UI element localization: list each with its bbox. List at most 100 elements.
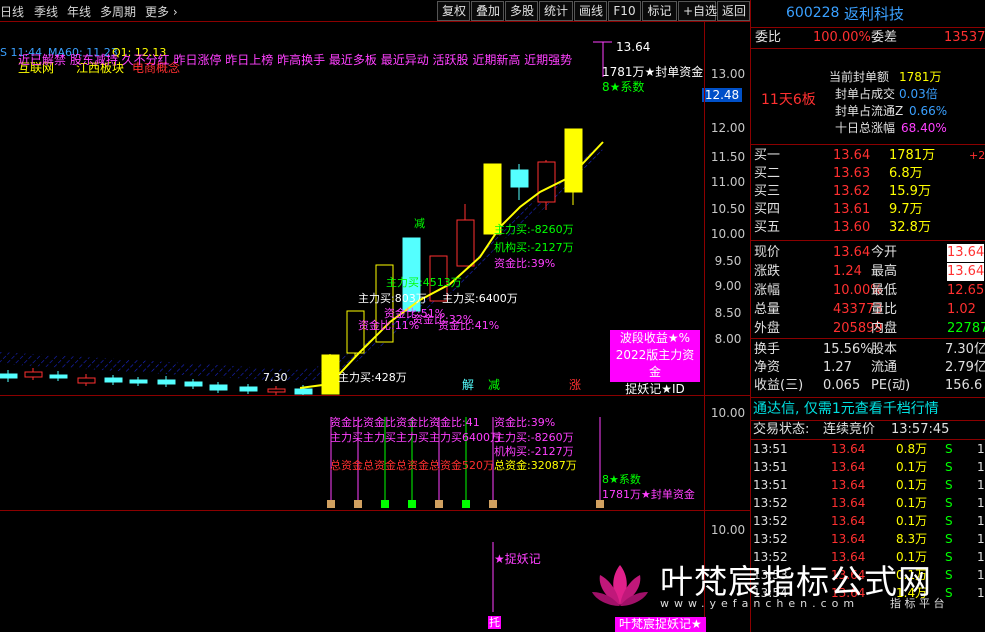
period-year-tab[interactable]: 年线 <box>67 3 91 20</box>
stat2-row: 净资 1.27 流通 2.79亿 <box>751 359 985 377</box>
pane-divider[interactable] <box>0 395 750 396</box>
period-day-tab[interactable]: 日线 <box>0 3 24 20</box>
seal-float-value: 0.66% <box>909 104 948 118</box>
overlay-button[interactable]: 叠加 <box>471 1 504 21</box>
tick-count: 1 <box>977 514 985 528</box>
tick-volume: 0.1万 <box>896 514 928 528</box>
main-buy-label-2: 主力买:803万 <box>358 292 427 305</box>
tick-row[interactable]: 13:52 13.64 0.1万 S 1 <box>751 512 985 530</box>
watermark: 叶梵宸指标公式网 www.yefanchen.com 指 标 平 台 叶梵宸捉妖… <box>585 555 985 632</box>
stat2-label: 净资 <box>754 360 781 375</box>
stat-label: 最低 <box>871 283 898 298</box>
promo-text[interactable]: 通达信, 仅需1元查看千档行情 <box>753 400 939 418</box>
tick-row[interactable]: 13:51 13.64 0.1万 S 1 <box>751 458 985 476</box>
tick-row[interactable]: 13:52 13.64 0.1万 S 1 <box>751 494 985 512</box>
small-candle <box>49 374 68 379</box>
tick-row[interactable]: 13:51 13.64 0.1万 S 1 <box>751 476 985 494</box>
fund-ratio-label-8: 资金比:32% <box>412 313 474 326</box>
stat2-label: 流通 <box>871 360 898 375</box>
restore-rights-button[interactable]: 复权 <box>437 1 470 21</box>
wave-box-line-2: 2022版主力资金 <box>615 348 695 379</box>
vol-axis-label: 10.00 <box>710 406 746 420</box>
back-button[interactable]: 返回 <box>717 1 750 21</box>
mid-overlap-3: 总资金总资金总资金总资金520万 <box>330 459 494 472</box>
watermark-title: 叶梵宸指标公式网 <box>660 562 932 601</box>
period-season-tab[interactable]: 季线 <box>34 3 58 20</box>
multi-period-tab[interactable]: 多周期 <box>100 3 136 20</box>
tick-side: S <box>945 478 953 492</box>
bid-price: 13.62 <box>833 184 871 199</box>
tick-side: S <box>945 460 953 474</box>
chart-toolbar: 日线 季线 年线 多周期 更多 › 复权 叠加 多股 统计 画线 F10 标记 … <box>0 0 750 22</box>
tick-row[interactable]: 13:52 13.64 8.3万 S 1 <box>751 530 985 548</box>
stat2-label: 换手 <box>754 342 781 357</box>
tick-row[interactable]: 13:51 13.64 0.8万 S 1 <box>751 440 985 458</box>
bid-row[interactable]: 买四 13.61 9.7万 <box>751 201 985 219</box>
tick-price: 13.64 <box>831 442 866 456</box>
price-axis-label: 8.00 <box>714 332 742 346</box>
stats-button[interactable]: 统计 <box>539 1 573 21</box>
seal-turn-value: 0.03倍 <box>899 87 938 101</box>
wave-box-line-1: 波段收益★% <box>619 331 691 345</box>
tick-count: 1 <box>977 478 985 492</box>
multi-stock-button[interactable]: 多股 <box>505 1 538 21</box>
signal-marker <box>381 500 389 508</box>
pane-divider[interactable] <box>0 510 750 511</box>
trade-state-value: 连续竞价 <box>823 422 876 437</box>
tick-side: S <box>945 442 953 456</box>
tick-price: 13.64 <box>831 532 866 546</box>
ratio-label: 委比 <box>755 30 782 45</box>
add-watchlist-button[interactable]: +自选 <box>678 1 717 21</box>
tick-volume: 0.8万 <box>896 442 928 456</box>
stat-row: 涨幅 10.00% 最低 12.65 <box>751 282 985 300</box>
mid-overlap-1: 资金比资金比资金比资金比:41 <box>330 416 480 429</box>
stat2-label: 股本 <box>871 342 898 357</box>
bid-row[interactable]: 买一 13.64 1781万 +2 <box>751 147 985 165</box>
more-menu[interactable]: 更多 › <box>145 3 178 20</box>
small-candle <box>24 371 43 378</box>
seal-amount-value: 1781万 <box>899 70 942 84</box>
ratio-value: 100.00% <box>813 30 871 45</box>
price-axis-label: 13.00 <box>710 67 746 81</box>
stat-value: 13.64 <box>833 245 871 260</box>
ratio-row: 委比 100.00% 委差 13537 <box>751 29 985 47</box>
mid-fund-ratio: 资金比:39% <box>494 416 556 429</box>
bid-volume: 9.7万 <box>889 202 923 217</box>
low-price-label: 7.30 <box>263 371 288 384</box>
stat-label: 量比 <box>871 302 898 317</box>
draw-line-button[interactable]: 画线 <box>574 1 607 21</box>
f10-button[interactable]: F10 <box>608 1 641 21</box>
mid-seal: 1781万★封单资金 <box>602 488 695 501</box>
stat-label: 内盘 <box>871 321 898 336</box>
stat-label: 外盘 <box>754 321 781 336</box>
trade-state-row: 交易状态: 连续竞价 13:57:45 <box>751 421 985 439</box>
coef-label: 8★系数 <box>602 80 645 94</box>
stat-label: 今开 <box>871 245 898 260</box>
tick-count: 1 <box>977 532 985 546</box>
bid-row[interactable]: 买三 13.62 15.9万 <box>751 183 985 201</box>
stat-value: 1.24 <box>833 264 862 279</box>
stat-label: 总量 <box>754 302 781 317</box>
stat-value: 13.64 <box>947 244 985 262</box>
seal-funds-label: 1781万★封单资金 <box>602 65 704 79</box>
stat-label: 涨跌 <box>754 264 781 279</box>
bid-row[interactable]: 买五 13.60 32.8万 <box>751 219 985 237</box>
mark-button[interactable]: 标记 <box>642 1 677 21</box>
small-candle <box>0 373 18 379</box>
tick-time: 13:52 <box>753 496 788 510</box>
candle <box>346 310 365 354</box>
kline-chart[interactable]: S 11:44 MA60: 11.23 Q1: 12.13 互联网 江西板块 电… <box>0 22 750 632</box>
wave-income-box[interactable]: 波段收益★% 2022版主力资金 捉妖记★ID <box>610 330 700 396</box>
tick-count: 1 <box>977 460 985 474</box>
stat-label: 现价 <box>754 245 781 260</box>
small-candle <box>209 384 228 391</box>
promo-row[interactable]: 通达信, 仅需1元查看千档行情 <box>751 400 985 418</box>
fund-ratio-label-6: 资金比:11% <box>358 319 420 332</box>
small-candle <box>239 386 258 392</box>
stock-terminal: 日线 季线 年线 多周期 更多 › 复权 叠加 多股 统计 画线 F10 标记 … <box>0 0 985 632</box>
bid-row[interactable]: 买二 13.63 6.8万 <box>751 165 985 183</box>
stat-row: 外盘205899内盘227874 <box>751 320 985 338</box>
lotus-logo-icon <box>592 565 648 606</box>
candle <box>510 169 529 188</box>
tick-time: 13:52 <box>753 532 788 546</box>
